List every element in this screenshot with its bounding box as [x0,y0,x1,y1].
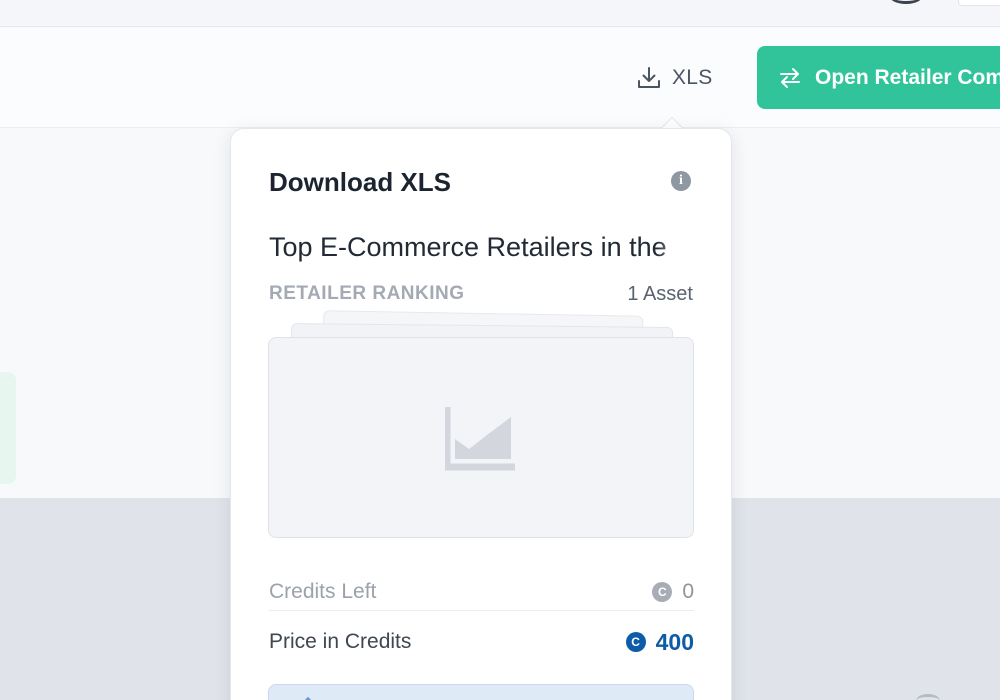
price-row: Price in Credits C 400 [269,623,694,661]
avatar[interactable] [888,0,924,4]
info-icon[interactable]: i [671,171,691,191]
credits-left-row: Credits Left C 0 [269,573,694,611]
swap-arrows-icon [780,67,800,88]
area-chart-icon [445,406,515,470]
download-action-button[interactable] [268,684,694,700]
credits-left-value: 0 [682,579,694,603]
download-xls-button[interactable]: XLS [628,58,720,98]
popover-title: Download XLS [269,167,451,197]
open-retailer-comparison-button[interactable]: Open Retailer Comparison [757,46,1000,109]
credit-icon: C [652,581,673,602]
report-title: Top E-Commerce Retailers in the [269,232,667,262]
credits-left-label: Credits Left [269,579,377,603]
price-label: Price in Credits [269,630,412,653]
header-control[interactable] [958,0,1000,6]
report-category: RETAILER RANKING [269,283,465,304]
top-header-strip [0,0,1000,27]
side-card-edge [0,372,16,484]
download-xls-popover: Download XLS i Top E-Commerce Retailers … [230,128,732,700]
corner-control[interactable] [916,694,940,700]
asset-count: 1 Asset [627,283,693,305]
report-thumbnail [268,337,694,538]
credit-icon: C [625,632,646,652]
download-xls-label: XLS [672,66,713,89]
title-fade [656,229,696,269]
open-retailer-comparison-label: Open Retailer Comparison [815,65,1000,89]
download-icon [638,67,660,88]
price-value: 400 [655,628,694,655]
